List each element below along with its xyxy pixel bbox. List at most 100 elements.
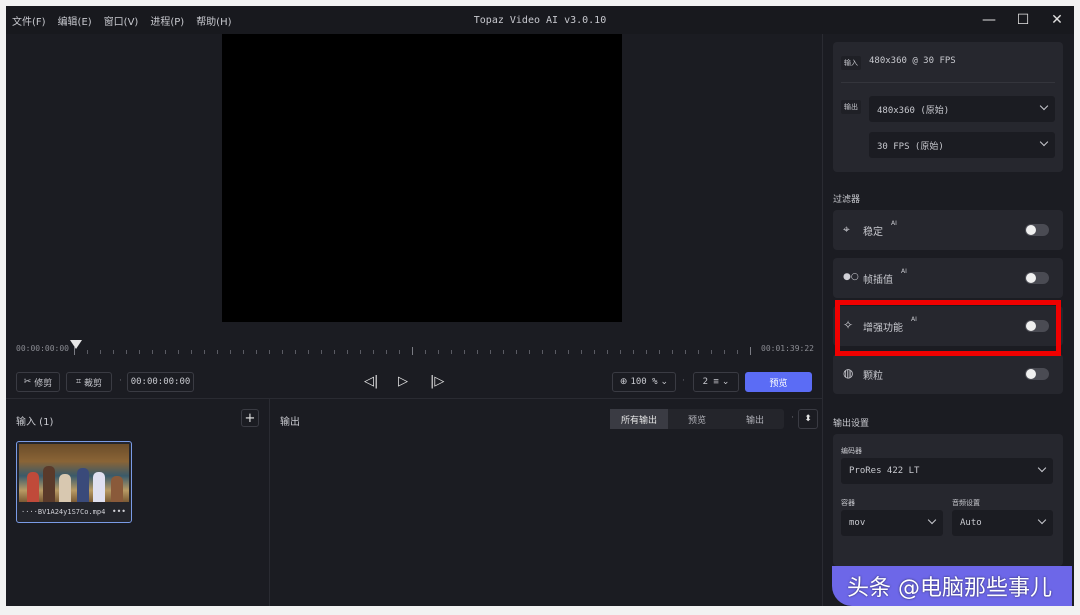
playhead-handle[interactable]	[70, 340, 82, 349]
video-viewer[interactable]	[222, 34, 622, 322]
sort-button[interactable]: ⬍	[798, 409, 818, 429]
timeline-tick	[100, 350, 101, 354]
timeline-tick	[126, 350, 127, 354]
separator-dot: ·	[791, 413, 794, 423]
close-button[interactable]: ✕	[1040, 6, 1074, 34]
play-icon[interactable]: ▷	[398, 374, 408, 389]
fps-select[interactable]: 30 FPS (原始)	[869, 132, 1055, 158]
timeline-tick	[87, 350, 88, 354]
timeline-tick	[217, 350, 218, 354]
filter-frame-interpolation: ●○ 帧插值 AI	[833, 258, 1063, 298]
frame-interpolation-icon: ●○	[843, 272, 859, 282]
timeline-tick	[178, 350, 179, 354]
step-forward-icon[interactable]: |▷	[430, 374, 444, 389]
stabilize-toggle[interactable]	[1025, 224, 1049, 236]
audio-select[interactable]: Auto	[952, 510, 1053, 536]
timeline-tick	[698, 350, 699, 354]
maximize-button[interactable]: ☐	[1006, 6, 1040, 34]
app-window: 文件(F) 编辑(E) 窗口(V) 进程(P) 帮助(H) Topaz Vide…	[6, 6, 1074, 606]
tab-exports[interactable]: 输出	[726, 409, 784, 429]
timeline-tick	[282, 350, 283, 354]
separator-dot: ·	[682, 376, 685, 386]
timeline-tick	[295, 350, 296, 354]
speed-value: 2 ≡	[702, 377, 719, 387]
timeline-tick	[412, 347, 413, 355]
timeline-tick	[737, 350, 738, 354]
encoder-select[interactable]: ProRes 422 LT	[841, 458, 1053, 484]
menu-process[interactable]: 进程(P)	[150, 13, 184, 28]
tab-all-outputs[interactable]: 所有输出	[610, 409, 668, 429]
bottom-panels: 输入 (1) + ····BV1A24y1S7Co.mp4 ••• 输出 所有输…	[6, 398, 822, 606]
menu-edit[interactable]: 编辑(E)	[58, 13, 92, 28]
timeline-tick	[347, 350, 348, 354]
audio-value: Auto	[960, 518, 982, 528]
container-select[interactable]: mov	[841, 510, 943, 536]
speed-select[interactable]: 2 ≡ ⌄	[693, 372, 739, 392]
timeline-tick	[269, 350, 270, 354]
timeline-tick	[243, 350, 244, 354]
container-value: mov	[849, 518, 866, 528]
menu-file[interactable]: 文件(F)	[12, 13, 46, 28]
crop-label: 裁剪	[84, 378, 103, 389]
video-thumbnail	[19, 444, 129, 502]
timeline-tick	[321, 350, 322, 354]
timecode-input[interactable]: 00:00:00:00	[127, 372, 194, 392]
filter-grain: ◍ 颗粒	[833, 354, 1063, 394]
audio-label: 音频设置	[952, 499, 980, 507]
zoom-select[interactable]: ⊕ 100 % ⌄	[612, 372, 676, 392]
playback-controls: ✂ 修剪 ⌗ 裁剪 · 00:00:00:00 ◁| ▷ |▷ ⊕ 100 % …	[6, 362, 822, 398]
tab-previews[interactable]: 预览	[668, 409, 726, 429]
timeline-tick	[386, 350, 387, 354]
chevron-down-icon: ⌄	[660, 377, 669, 387]
input-tag: 输入	[841, 56, 861, 70]
timeline-tick	[607, 350, 608, 354]
title-bar: 文件(F) 编辑(E) 窗口(V) 进程(P) 帮助(H) Topaz Vide…	[6, 6, 1074, 34]
crop-button[interactable]: ⌗ 裁剪	[66, 372, 112, 392]
highlight-box	[835, 300, 1061, 356]
timeline-tick	[165, 350, 166, 354]
settings-panel: 输入 480x360 @ 30 FPS 输出 480x360 (原始) 30 F…	[822, 34, 1074, 606]
menu-help[interactable]: 帮助(H)	[196, 13, 231, 28]
add-input-button[interactable]: +	[241, 409, 259, 427]
watermark: 头条 @电脑那些事儿	[847, 576, 1052, 601]
timeline-tick	[113, 350, 114, 354]
ai-badge: AI	[891, 220, 897, 227]
menu-bar: 文件(F) 编辑(E) 窗口(V) 进程(P) 帮助(H)	[6, 13, 232, 28]
timeline-tick	[646, 350, 647, 354]
fps-value: 30 FPS (原始)	[877, 141, 944, 152]
grain-toggle[interactable]	[1025, 368, 1049, 380]
input-file-name: ····BV1A24y1S7Co.mp4	[21, 508, 106, 516]
timeline-ruler[interactable]	[74, 346, 751, 356]
timeline-tick	[685, 350, 686, 354]
timeline-tick	[724, 350, 725, 354]
timeline-tick	[750, 347, 751, 355]
output-pane: 输出 所有输出 预览 输出 · ⬍	[270, 399, 822, 606]
timeline-tick	[139, 350, 140, 354]
timeline-tick	[529, 350, 530, 354]
input-video-card[interactable]: ····BV1A24y1S7Co.mp4 •••	[16, 441, 132, 523]
timeline-tick	[438, 350, 439, 354]
frame-interpolation-toggle[interactable]	[1025, 272, 1049, 284]
timeline-tick	[620, 350, 621, 354]
filter-stabilize: ⌖ 稳定 AI	[833, 210, 1063, 250]
timeline-tick	[256, 350, 257, 354]
timeline-tick	[672, 350, 673, 354]
trim-label: 修剪	[34, 378, 53, 389]
resolution-value: 480x360 (原始)	[877, 105, 950, 116]
more-options-icon[interactable]: •••	[112, 507, 126, 516]
timeline[interactable]: 00:00:00:00 00:01:39:22	[6, 322, 822, 362]
preview-button[interactable]: 预览	[745, 372, 812, 392]
timeline-tick	[204, 350, 205, 354]
preview-area	[6, 34, 822, 322]
trim-button[interactable]: ✂ 修剪	[16, 372, 60, 392]
menu-window[interactable]: 窗口(V)	[104, 13, 139, 28]
resolution-select[interactable]: 480x360 (原始)	[869, 96, 1055, 122]
timeline-tick	[464, 350, 465, 354]
separator-dot: ·	[119, 376, 122, 386]
timeline-tick	[334, 350, 335, 354]
step-back-icon[interactable]: ◁|	[364, 374, 378, 389]
timeline-tick	[594, 350, 595, 354]
ai-badge: AI	[901, 268, 907, 275]
minimize-button[interactable]: —	[972, 6, 1006, 34]
scissors-icon: ✂	[23, 377, 32, 387]
